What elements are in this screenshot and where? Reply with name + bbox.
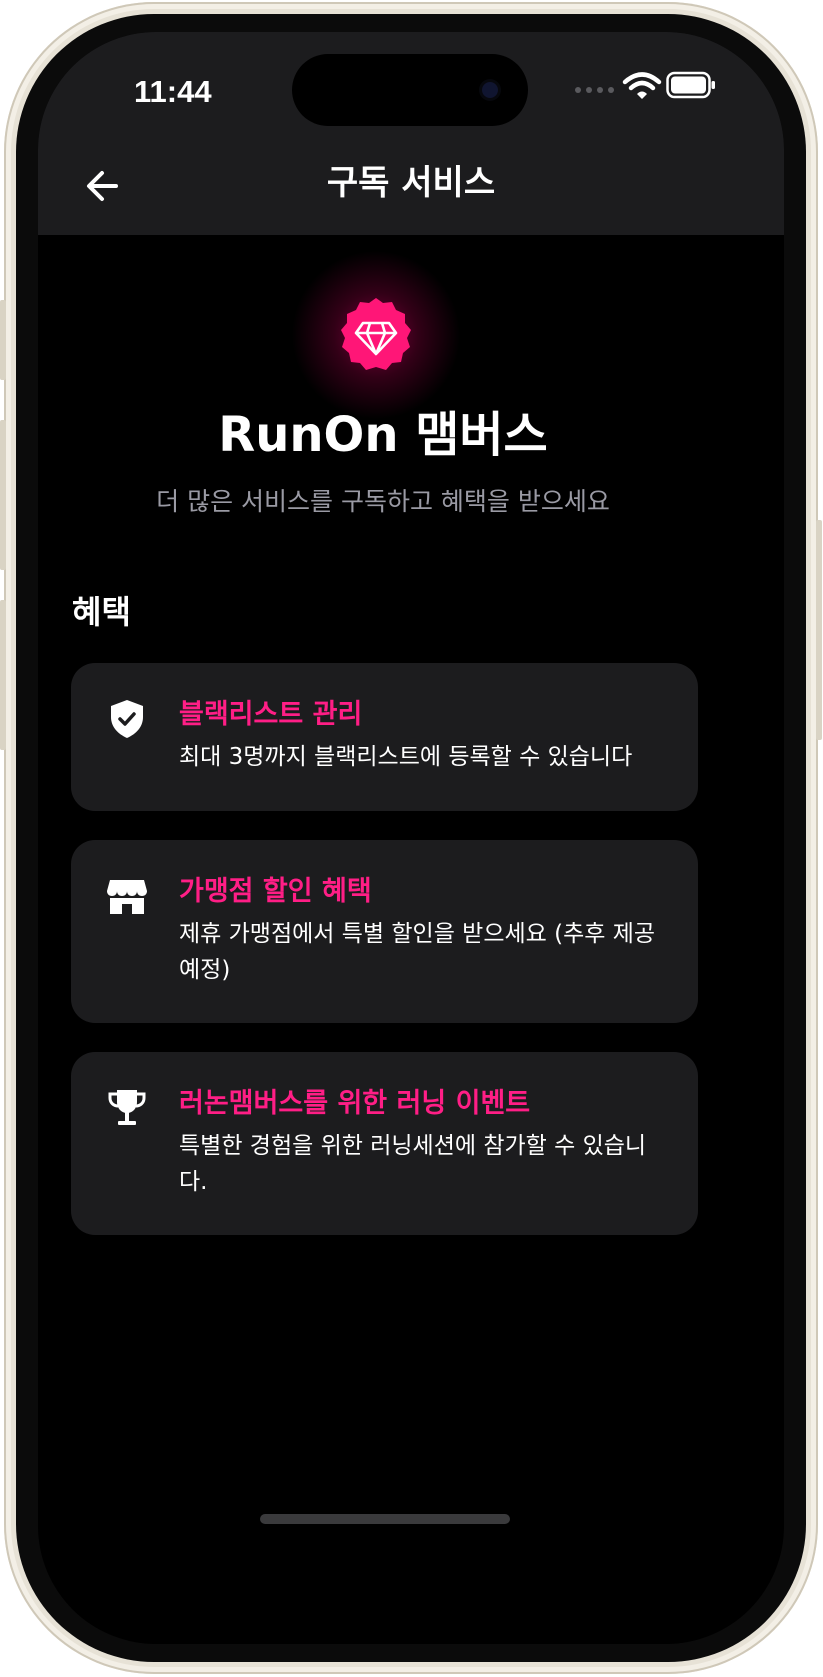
side-button [0, 600, 6, 750]
benefit-title: 가맹점 할인 혜택 [179, 876, 372, 907]
side-button [0, 420, 6, 570]
benefits-section-title: 혜택 [72, 593, 131, 631]
app-screen: 11:44 구독 서비스 RunOn 맴버스 더 많은 서비스를 구독하고 혜택… [38, 32, 784, 1644]
benefit-title: 블랙리스트 관리 [179, 699, 363, 730]
shield-check-icon [111, 700, 143, 738]
home-indicator[interactable] [260, 1514, 510, 1524]
benefit-card-running-event: 러논맴버스를 위한 러닝 이벤트 특별한 경험을 위한 러닝세션에 참가할 수 … [71, 1052, 698, 1235]
benefit-description: 특별한 경험을 위한 러닝세션에 참가할 수 있습니다. [179, 1133, 647, 1195]
side-button [0, 300, 6, 380]
hero-title: RunOn 맴버스 [218, 407, 548, 463]
benefit-card-blacklist: 블랙리스트 관리 최대 3명까지 블랙리스트에 등록할 수 있습니다 [71, 663, 698, 811]
benefit-card-discount: 가맹점 할인 혜택 제휴 가맹점에서 특별 할인을 받으세요 (추후 제공 예정… [71, 840, 698, 1023]
cellular-signal-icon [575, 87, 615, 97]
wifi-icon [622, 72, 662, 99]
benefit-description: 제휴 가맹점에서 특별 할인을 받으세요 (추후 제공 예정) [179, 921, 656, 983]
side-button [816, 520, 822, 740]
hero-subtitle: 더 많은 서비스를 구독하고 혜택을 받으세요 [156, 487, 610, 516]
benefit-title: 러논맴버스를 위한 러닝 이벤트 [179, 1088, 531, 1119]
trophy-icon [108, 1090, 146, 1125]
diamond-badge-icon [341, 298, 411, 370]
status-time: 11:44 [134, 74, 212, 109]
dynamic-island [292, 54, 528, 126]
store-icon [107, 880, 147, 914]
benefit-description: 최대 3명까지 블랙리스트에 등록할 수 있습니다 [179, 744, 633, 770]
battery-icon [666, 71, 715, 99]
camera-icon [482, 82, 498, 98]
page-title: 구독 서비스 [326, 163, 496, 203]
